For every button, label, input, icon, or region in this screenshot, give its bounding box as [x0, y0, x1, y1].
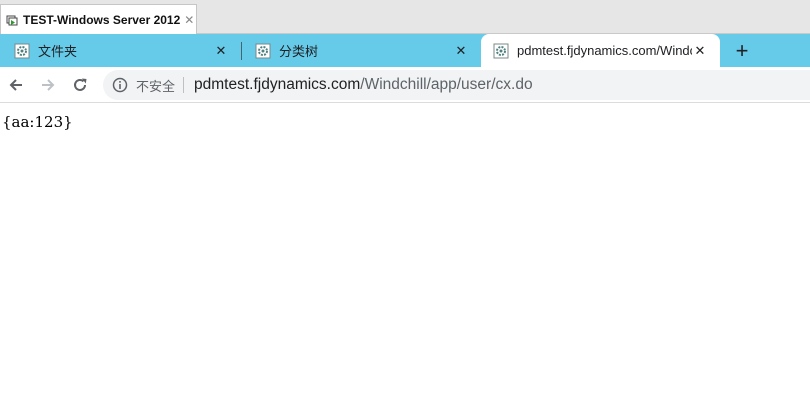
tab-folder[interactable]: 文件夹 ✕ [0, 34, 241, 67]
reload-icon [74, 78, 87, 91]
arrow-left-icon [9, 79, 22, 91]
browser-toolbar: 不安全 pdmtest.fjdynamics.com/Windchill/app… [0, 67, 810, 103]
url-text: pdmtest.fjdynamics.com/Windchill/app/use… [194, 76, 533, 94]
arrow-right-icon [42, 79, 55, 91]
close-remote-tab-icon[interactable]: ✕ [184, 13, 194, 27]
tab-category-tree-close-icon[interactable]: ✕ [453, 43, 469, 59]
windchill-favicon-icon [493, 43, 509, 58]
tab-active-close-icon[interactable]: ✕ [692, 43, 708, 59]
tab-active-cx[interactable]: pdmtest.fjdynamics.com/Windchill/app/use… [481, 34, 720, 67]
tab-folder-title: 文件夹 [38, 44, 78, 59]
back-button[interactable] [4, 73, 28, 97]
tab-folder-close-icon[interactable]: ✕ [213, 43, 229, 59]
remote-desktop-icon [6, 15, 18, 25]
url-path: /Windchill/app/user/cx.do [360, 76, 533, 93]
tab-category-tree[interactable]: 分类树 ✕ [241, 34, 481, 67]
page-body-text: {aa:123} [2, 113, 73, 131]
tab-category-tree-title: 分类树 [279, 44, 319, 59]
reload-button[interactable] [68, 73, 92, 97]
forward-button[interactable] [36, 73, 60, 97]
remote-session-tab[interactable]: TEST-Windows Server 2012 ✕ [0, 4, 197, 34]
security-label: 不安全 [136, 78, 176, 94]
address-bar[interactable]: 不安全 pdmtest.fjdynamics.com/Windchill/app… [103, 70, 810, 100]
new-tab-button[interactable]: + [730, 34, 754, 67]
windchill-favicon-icon [14, 43, 30, 58]
remote-desktop-tab-strip: TEST-Windows Server 2012 ✕ [0, 0, 810, 34]
info-icon[interactable] [112, 77, 128, 93]
tab-active-title: pdmtest.fjdynamics.com/Windchill/app/use… [517, 43, 692, 58]
browser-tab-strip: 文件夹 ✕ 分类树 ✕ pdmtest.fjdynamics.com/Windc… [0, 34, 810, 67]
url-host: pdmtest.fjdynamics.com [194, 76, 361, 93]
windchill-favicon-icon [255, 43, 271, 58]
remote-session-title: TEST-Windows Server 2012 [23, 12, 181, 27]
address-divider [183, 77, 185, 93]
